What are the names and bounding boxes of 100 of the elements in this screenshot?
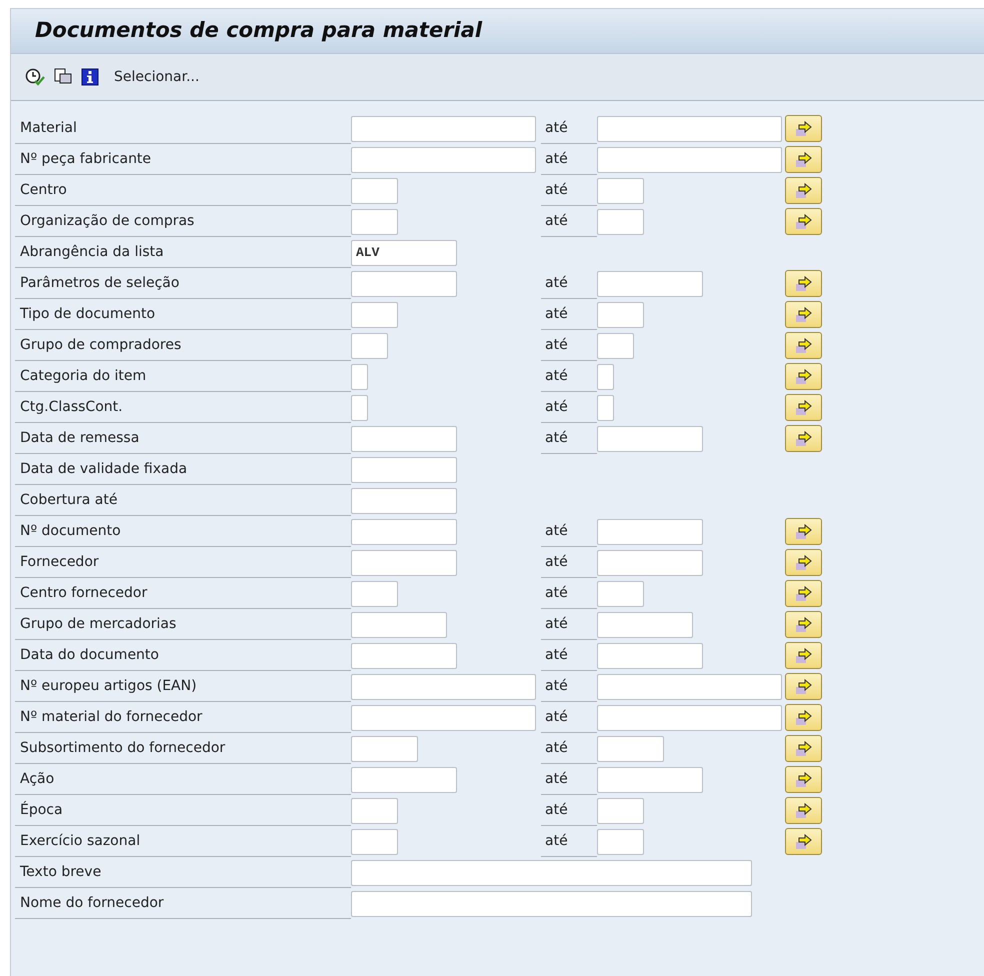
arrow-icon [794, 678, 812, 694]
multiple-selection-button[interactable] [785, 394, 822, 421]
multiple-selection-button[interactable] [785, 673, 822, 700]
input-field[interactable] [351, 550, 457, 576]
copy-pages-icon[interactable] [54, 68, 72, 86]
input-field[interactable] [597, 674, 782, 700]
field-label: Fornecedor [20, 552, 99, 572]
input-field[interactable] [597, 426, 703, 452]
input-field[interactable] [597, 612, 693, 638]
input-field[interactable] [597, 116, 782, 142]
arrow-icon [794, 524, 812, 540]
to-label: até [545, 676, 568, 696]
info-icon[interactable] [81, 68, 99, 86]
input-field[interactable] [597, 828, 644, 854]
input-field[interactable] [597, 302, 644, 328]
input-field[interactable] [351, 208, 398, 234]
field-label: Material [20, 118, 77, 138]
input-field[interactable] [597, 550, 703, 576]
to-label: até [545, 584, 568, 602]
multiple-selection-button[interactable] [785, 177, 822, 204]
multiple-selection-button[interactable] [785, 704, 822, 731]
multiple-selection-button[interactable] [785, 735, 822, 762]
multiple-selection-button[interactable] [785, 363, 822, 390]
to-label: até [545, 800, 568, 820]
input-field[interactable] [351, 704, 536, 730]
multiple-selection-button[interactable] [785, 642, 822, 669]
field-label: Nome do fornecedor [20, 894, 164, 912]
arrow-icon [794, 710, 812, 726]
to-label: até [545, 614, 568, 634]
input-field[interactable] [597, 766, 703, 792]
input-field[interactable] [351, 580, 398, 606]
input-field[interactable] [351, 116, 536, 142]
field-label: Centro [20, 180, 67, 200]
input-field[interactable] [597, 798, 644, 824]
to-label: até [545, 304, 568, 324]
input-field[interactable] [597, 580, 644, 606]
input-field[interactable] [351, 518, 457, 544]
input-field[interactable] [597, 270, 703, 296]
field-label: Ctg.ClassCont. [20, 398, 123, 416]
input-field[interactable] [351, 828, 398, 854]
input-field[interactable] [351, 798, 398, 824]
input-field[interactable] [351, 302, 398, 328]
to-label: até [545, 212, 568, 230]
multiple-selection-button[interactable] [785, 208, 822, 235]
arrow-icon [794, 648, 812, 664]
input-field[interactable] [351, 860, 752, 886]
field-label: Data de validade fixada [20, 460, 188, 478]
multiple-selection-button[interactable] [785, 797, 822, 824]
multiple-selection-button[interactable] [785, 549, 822, 576]
multiple-selection-button[interactable] [785, 828, 822, 855]
input-field[interactable] [597, 332, 634, 358]
multiple-selection-button[interactable] [785, 518, 822, 545]
input-field[interactable] [597, 364, 614, 390]
multiple-selection-button[interactable] [785, 301, 822, 328]
input-field[interactable] [597, 208, 644, 234]
multiple-selection-button[interactable] [785, 332, 822, 359]
input-field[interactable] [597, 704, 782, 730]
field-label: Nº documento [20, 522, 121, 540]
input-field[interactable] [597, 178, 644, 204]
multiple-selection-button[interactable] [785, 766, 822, 793]
to-label: até [545, 832, 568, 850]
input-field[interactable]: ALV [351, 240, 457, 266]
arrow-icon [794, 740, 812, 756]
to-label: até [545, 428, 568, 448]
multiple-selection-button[interactable] [785, 146, 822, 173]
clock-check-icon[interactable] [25, 68, 45, 86]
input-field[interactable] [351, 642, 457, 668]
input-field[interactable] [351, 456, 457, 482]
input-field[interactable] [597, 146, 782, 172]
input-field[interactable] [597, 736, 664, 762]
input-field[interactable] [351, 332, 388, 358]
select-button[interactable]: Selecionar... [114, 66, 200, 88]
input-field[interactable] [351, 612, 447, 638]
multiple-selection-button[interactable] [785, 115, 822, 142]
multiple-selection-button[interactable] [785, 270, 822, 297]
input-field[interactable] [351, 766, 457, 792]
input-field[interactable] [351, 270, 457, 296]
input-field[interactable] [351, 426, 457, 452]
input-field[interactable] [351, 736, 418, 762]
to-label: até [545, 738, 568, 758]
input-field[interactable] [351, 364, 368, 390]
input-field[interactable] [597, 518, 703, 544]
field-label: Centro fornecedor [20, 584, 148, 602]
field-label: Cobertura até [20, 490, 118, 510]
input-field[interactable] [351, 674, 536, 700]
multiple-selection-button[interactable] [785, 425, 822, 452]
input-field[interactable] [597, 394, 614, 420]
input-field[interactable] [351, 488, 457, 514]
arrow-icon [794, 400, 812, 416]
arrow-icon [794, 430, 812, 446]
input-field[interactable] [351, 146, 536, 172]
to-label: até [545, 398, 568, 416]
multiple-selection-button[interactable] [785, 580, 822, 607]
to-label: até [545, 336, 568, 354]
field-label: Texto breve [20, 862, 102, 882]
input-field[interactable] [351, 178, 398, 204]
input-field[interactable] [351, 394, 368, 420]
input-field[interactable] [597, 642, 703, 668]
input-field[interactable] [351, 890, 752, 916]
multiple-selection-button[interactable] [785, 611, 822, 638]
